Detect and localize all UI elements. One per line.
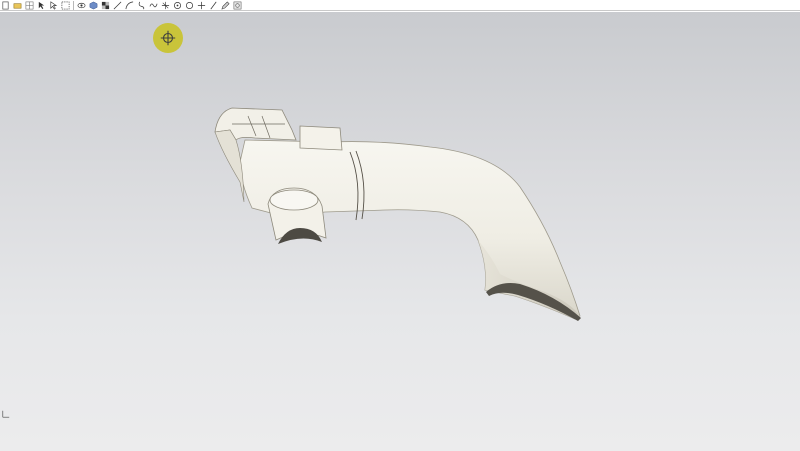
curved-duct-part[interactable]: [0, 12, 800, 451]
open-file-icon[interactable]: [13, 1, 22, 10]
plus-icon[interactable]: [197, 1, 206, 10]
graphics-viewport[interactable]: [0, 12, 800, 451]
slash-icon[interactable]: [209, 1, 218, 10]
curve-icon[interactable]: [137, 1, 146, 10]
checker-icon[interactable]: [101, 1, 110, 10]
bracket-left-face: [214, 129, 245, 203]
axis-triad-icon: [2, 410, 10, 418]
new-file-icon[interactable]: [1, 1, 10, 10]
select-arrow-icon[interactable]: [37, 1, 46, 10]
line-icon[interactable]: [113, 1, 122, 10]
edit-icon[interactable]: [221, 1, 230, 10]
settings-box-icon[interactable]: [233, 1, 242, 10]
shaded-cube-icon[interactable]: [89, 1, 98, 10]
eye-icon[interactable]: [77, 1, 86, 10]
cylinder-boss-top: [269, 189, 319, 211]
arc-icon[interactable]: [125, 1, 134, 10]
box-select-icon[interactable]: [61, 1, 70, 10]
circle-point-icon[interactable]: [173, 1, 182, 10]
grid-icon[interactable]: [25, 1, 34, 10]
bracket-right: [299, 125, 343, 151]
trim-icon[interactable]: [161, 1, 170, 10]
spline-icon[interactable]: [149, 1, 158, 10]
wireframe-arrow-icon[interactable]: [49, 0, 58, 10]
toolbar: [0, 0, 800, 11]
circle-icon[interactable]: [185, 1, 194, 10]
toolbar-separator: [73, 0, 74, 10]
